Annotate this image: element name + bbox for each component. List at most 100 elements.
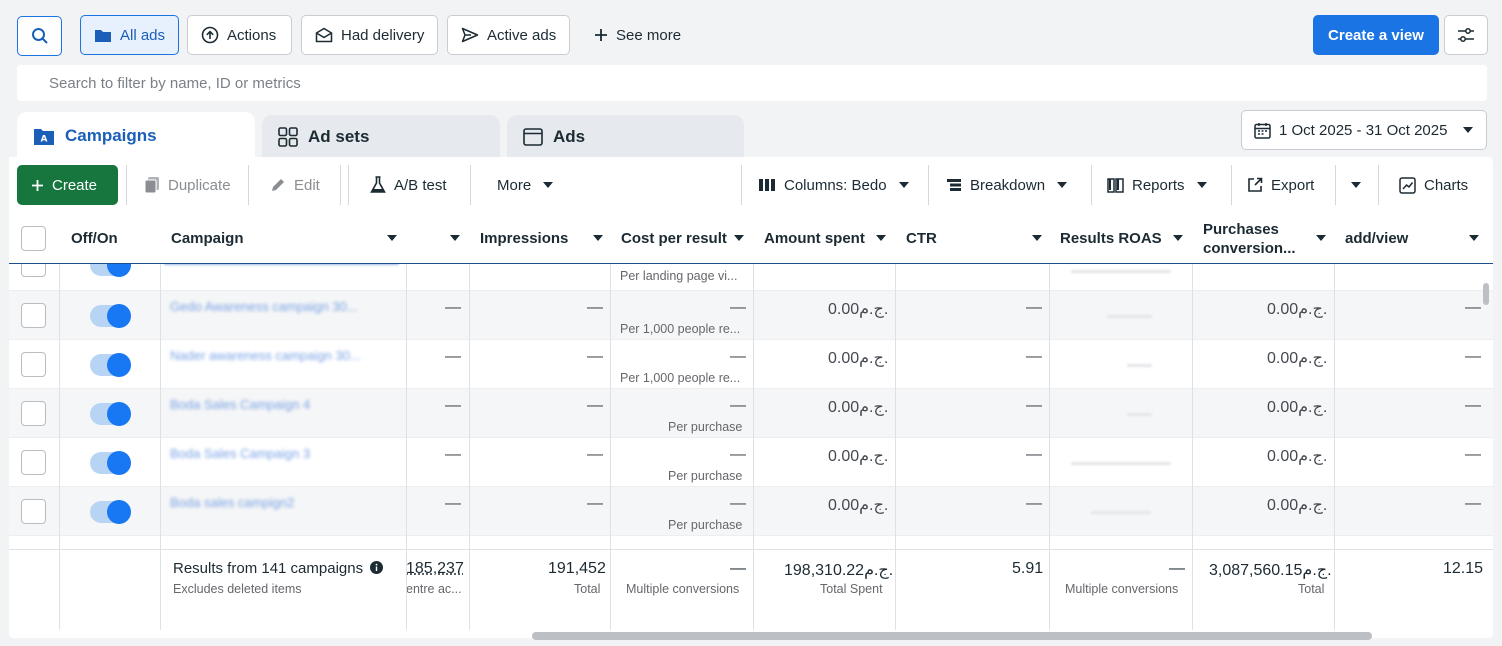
horizontal-scrollbar[interactable] (532, 632, 1372, 640)
tab-ads-label: Ads (553, 127, 586, 146)
amount-spent-value: 0.00ج.م. (828, 497, 889, 514)
chevron-down-icon[interactable] (1469, 235, 1479, 241)
date-range-picker[interactable]: 1 Oct 2025 - 31 Oct 2025 (1241, 110, 1487, 150)
redacted-roas-bar (1127, 364, 1152, 367)
vertical-scrollbar[interactable] (1483, 283, 1489, 305)
campaign-name-link[interactable]: Boda Sales Campaign 3 (170, 446, 310, 461)
breakdown-label: Breakdown (970, 176, 1046, 194)
campaign-toggle[interactable] (90, 500, 131, 524)
chevron-down-icon[interactable] (1173, 235, 1183, 241)
header-ctr[interactable]: CTR (895, 214, 1049, 264)
divider (340, 165, 341, 205)
chevron-down-icon[interactable] (1032, 235, 1042, 241)
header-results-roas[interactable]: Results ROAS (1049, 214, 1192, 264)
table-row[interactable]: Boda Sales Campaign 4 — — — Per purchase… (9, 389, 1493, 438)
actions-label: Actions (227, 26, 277, 44)
redacted-roas-bar (1071, 462, 1171, 465)
campaign-toggle[interactable] (90, 264, 131, 277)
table-row[interactable]: Nader awareness campaign 30... — — — Per… (9, 340, 1493, 389)
purchases-value: 0.00ج.م. (1267, 448, 1328, 465)
create-view-button[interactable]: Create a view (1313, 15, 1439, 55)
table-row[interactable]: Per landing page vi... (9, 264, 1493, 291)
duplicate-button[interactable]: Duplicate (130, 165, 245, 205)
column3-value: — (445, 299, 461, 316)
export-button[interactable]: Export (1233, 165, 1333, 205)
column-divider (406, 214, 407, 630)
amount-spent-value: 0.00ج.م. (828, 399, 889, 416)
row-checkbox[interactable] (21, 450, 46, 475)
header-off-on[interactable]: Off/On (60, 214, 160, 264)
duplicate-label: Duplicate (168, 176, 231, 194)
select-all-checkbox[interactable] (21, 226, 46, 251)
settings-button[interactable] (1444, 15, 1488, 55)
divider (470, 165, 471, 205)
column3-value: — (445, 446, 461, 463)
campaign-name-link[interactable]: Gedo Awareness campaign 30... (170, 299, 358, 314)
table-row[interactable]: Boda sales campign2 — — — Per purchase 0… (9, 487, 1493, 536)
charts-button[interactable]: Charts (1385, 165, 1485, 205)
charts-label: Charts (1424, 176, 1469, 194)
campaign-name-link[interactable]: Boda sales campign2 (170, 495, 294, 510)
purchases-value: 0.00ج.م. (1267, 399, 1328, 416)
campaign-toggle[interactable] (90, 451, 131, 475)
chevron-down-icon[interactable] (450, 235, 460, 241)
chevron-down-icon[interactable] (876, 235, 886, 241)
more-label: More (497, 176, 532, 194)
header-amount-spent[interactable]: Amount spent (753, 214, 895, 264)
see-more-button[interactable]: See more (580, 15, 695, 55)
ab-test-button[interactable]: A/B test (356, 165, 466, 205)
actions-filter[interactable]: Actions (187, 15, 292, 55)
active-ads-filter[interactable]: Active ads (447, 15, 570, 55)
chevron-down-icon[interactable] (1316, 235, 1326, 241)
search-button[interactable] (17, 16, 62, 56)
roas-total-sub: Multiple conversions (1065, 582, 1179, 596)
chevron-down-icon (898, 182, 909, 188)
create-button[interactable]: Create (17, 165, 118, 205)
cost-per-result-sub: Per purchase (668, 469, 743, 483)
chevron-down-icon[interactable] (387, 235, 397, 241)
campaign-toggle[interactable] (90, 402, 131, 426)
add-view-total: 12.15 (1443, 560, 1484, 577)
header-campaign[interactable]: Campaign (160, 214, 406, 264)
campaign-toggle[interactable] (90, 304, 131, 328)
table-row[interactable]: Boda Sales Campaign 3 — — — Per purchase… (9, 438, 1493, 487)
table-row[interactable]: Gedo Awareness campaign 30... — — — Per … (9, 291, 1493, 340)
header-cost-per-result[interactable]: Cost per result (610, 214, 753, 264)
row-checkbox[interactable] (21, 499, 46, 524)
add-view-value: — (1465, 348, 1481, 365)
row-checkbox[interactable] (21, 264, 46, 277)
date-range-label: 1 Oct 2025 - 31 Oct 2025 (1279, 121, 1448, 139)
info-icon[interactable] (370, 561, 384, 574)
campaign-toggle[interactable] (90, 353, 131, 377)
create-label: Create (52, 176, 98, 194)
campaign-name-link[interactable]: Nader awareness campaign 30... (170, 348, 361, 363)
header-impressions[interactable]: Impressions (469, 214, 610, 264)
tab-ads[interactable]: Ads (507, 115, 744, 159)
all-ads-filter[interactable]: All ads (80, 15, 179, 55)
cost-per-result-total: — (730, 560, 746, 577)
tab-ad-sets[interactable]: Ad sets (262, 115, 500, 159)
cost-per-result-sub: Per landing page vi... (620, 269, 738, 283)
ctr-total: 5.91 (1012, 560, 1044, 577)
search-input[interactable]: Search to filter by name, ID or metrics (17, 65, 1487, 101)
tab-campaigns[interactable]: A Campaigns (17, 112, 255, 160)
header-purchases-conversion[interactable]: Purchases conversion... (1192, 214, 1334, 264)
svg-text:A: A (41, 135, 48, 145)
purchases-value: 0.00ج.م. (1267, 497, 1328, 514)
chevron-down-icon[interactable] (734, 235, 744, 241)
row-checkbox[interactable] (21, 401, 46, 426)
more-button[interactable]: More (483, 165, 573, 205)
row-checkbox[interactable] (21, 352, 46, 377)
impressions-value: — (587, 495, 603, 512)
edit-button[interactable]: Edit (256, 165, 336, 205)
column3-total: 185,237 (406, 560, 464, 577)
row-checkbox[interactable] (21, 303, 46, 328)
had-delivery-filter[interactable]: Had delivery (301, 15, 438, 55)
chevron-down-icon[interactable] (593, 235, 603, 241)
reports-button[interactable]: Reports (1093, 165, 1225, 205)
columns-button[interactable]: Columns: Bedo (744, 165, 922, 205)
tab-ad-sets-label: Ad sets (308, 127, 370, 146)
breakdown-button[interactable]: Breakdown (932, 165, 1088, 205)
export-options-button[interactable] (1338, 165, 1374, 205)
campaign-name-link[interactable]: Boda Sales Campaign 4 (170, 397, 310, 412)
